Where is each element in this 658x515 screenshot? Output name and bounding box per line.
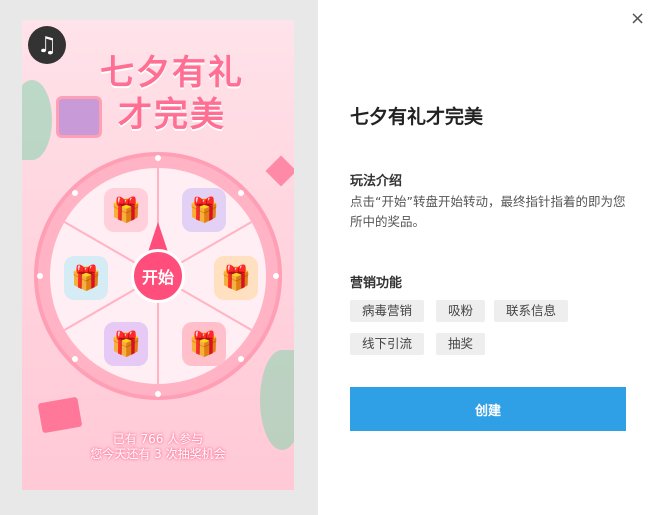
envelope-icon bbox=[37, 396, 83, 434]
features-label: 营销功能 bbox=[350, 276, 403, 291]
close-icon[interactable]: × bbox=[630, 8, 645, 29]
poster-footer: 已有 766 人参与 您今天还有 3 次抽奖机会 bbox=[22, 432, 294, 462]
participants-text: 已有 766 人参与 bbox=[112, 432, 204, 446]
activity-title: 七夕有礼才完美 bbox=[350, 106, 484, 128]
tag-viral-marketing[interactable]: 病毒营销 bbox=[350, 300, 425, 322]
start-button[interactable]: 开始 bbox=[131, 249, 185, 303]
tag-contact-info[interactable]: 联系信息 bbox=[494, 300, 569, 322]
poster-title-line1: 七夕有礼 bbox=[100, 53, 244, 93]
leaf-decoration bbox=[22, 80, 52, 160]
poster-title-line2: 才完美 bbox=[118, 95, 226, 135]
music-icon[interactable]: ♫ bbox=[28, 26, 66, 64]
howto-description: 点击“开始”转盘开始转动，最终指针指着的即为您所中的奖品。 bbox=[350, 194, 626, 229]
prize-item: 🎁 bbox=[104, 188, 148, 232]
poster-preview: ♫ 七夕有礼 才完美 🎁 🎁 🎁 🎁 🎁 🎁 开始 已有 766 人参与 您今天… bbox=[22, 20, 294, 490]
prize-item: 🎁 bbox=[104, 322, 148, 366]
lottery-wheel: 🎁 🎁 🎁 🎁 🎁 🎁 开始 bbox=[34, 152, 282, 400]
prize-item: 🎁 bbox=[214, 256, 258, 300]
tag-lottery[interactable]: 抽奖 bbox=[436, 333, 486, 355]
preview-panel: ♫ 七夕有礼 才完美 🎁 🎁 🎁 🎁 🎁 🎁 开始 已有 766 人参与 您今天… bbox=[0, 0, 318, 515]
tag-offline-traffic[interactable]: 线下引流 bbox=[350, 333, 425, 355]
poster-title: 七夕有礼 才完美 bbox=[72, 52, 272, 136]
chances-text: 您今天还有 3 次抽奖机会 bbox=[90, 447, 226, 461]
tag-attract-fans[interactable]: 吸粉 bbox=[436, 300, 486, 322]
prize-item: 🎁 bbox=[64, 256, 108, 300]
howto-label: 玩法介绍 bbox=[350, 174, 403, 189]
prize-item: 🎁 bbox=[182, 322, 226, 366]
prize-item: 🎁 bbox=[182, 188, 226, 232]
wheel-pointer bbox=[148, 222, 168, 252]
create-button[interactable]: 创建 bbox=[350, 387, 626, 431]
detail-panel: × 七夕有礼才完美 玩法介绍 点击“开始”转盘开始转动，最终指针指着的即为您所中… bbox=[318, 0, 658, 515]
